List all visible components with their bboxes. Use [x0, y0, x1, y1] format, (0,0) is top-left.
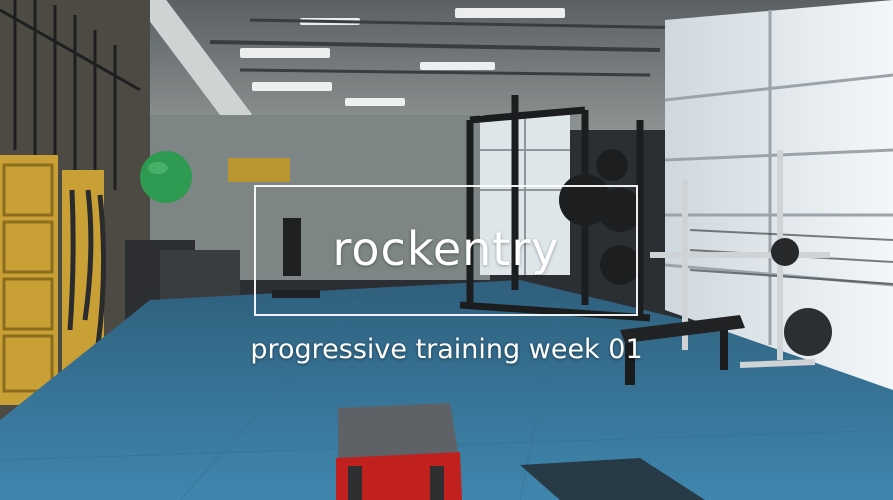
plyo-box — [336, 403, 462, 500]
video-subtitle: progressive training week 01 — [250, 334, 643, 365]
title-frame: rockentry — [254, 185, 638, 316]
barbell-plate — [771, 238, 799, 266]
brand-title: rockentry — [332, 221, 560, 276]
stability-ball — [140, 151, 192, 203]
gym-video-frame: rockentry progressive training week 01 — [0, 0, 893, 500]
wall-sign — [228, 158, 290, 182]
